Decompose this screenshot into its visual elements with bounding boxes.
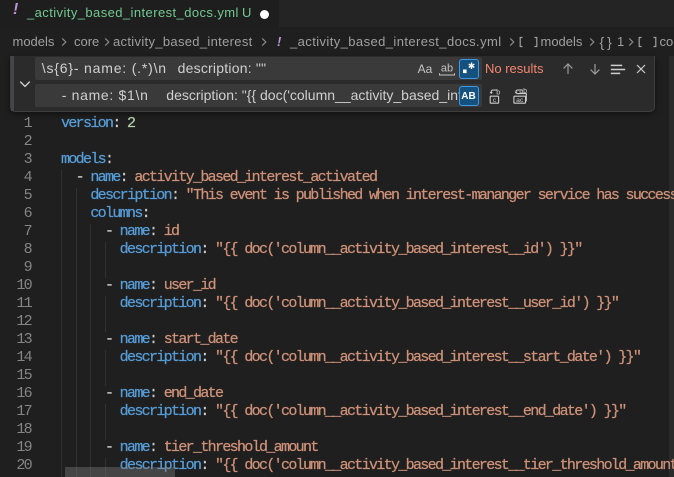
svg-text:ab: ab	[519, 88, 527, 95]
svg-text:ab: ab	[441, 63, 453, 75]
svg-text:AB: AB	[461, 91, 475, 102]
svg-text:ac: ac	[516, 97, 524, 104]
svg-text:b: b	[496, 88, 500, 97]
svg-text:Aa: Aa	[418, 62, 433, 76]
svg-text:c: c	[493, 97, 497, 104]
